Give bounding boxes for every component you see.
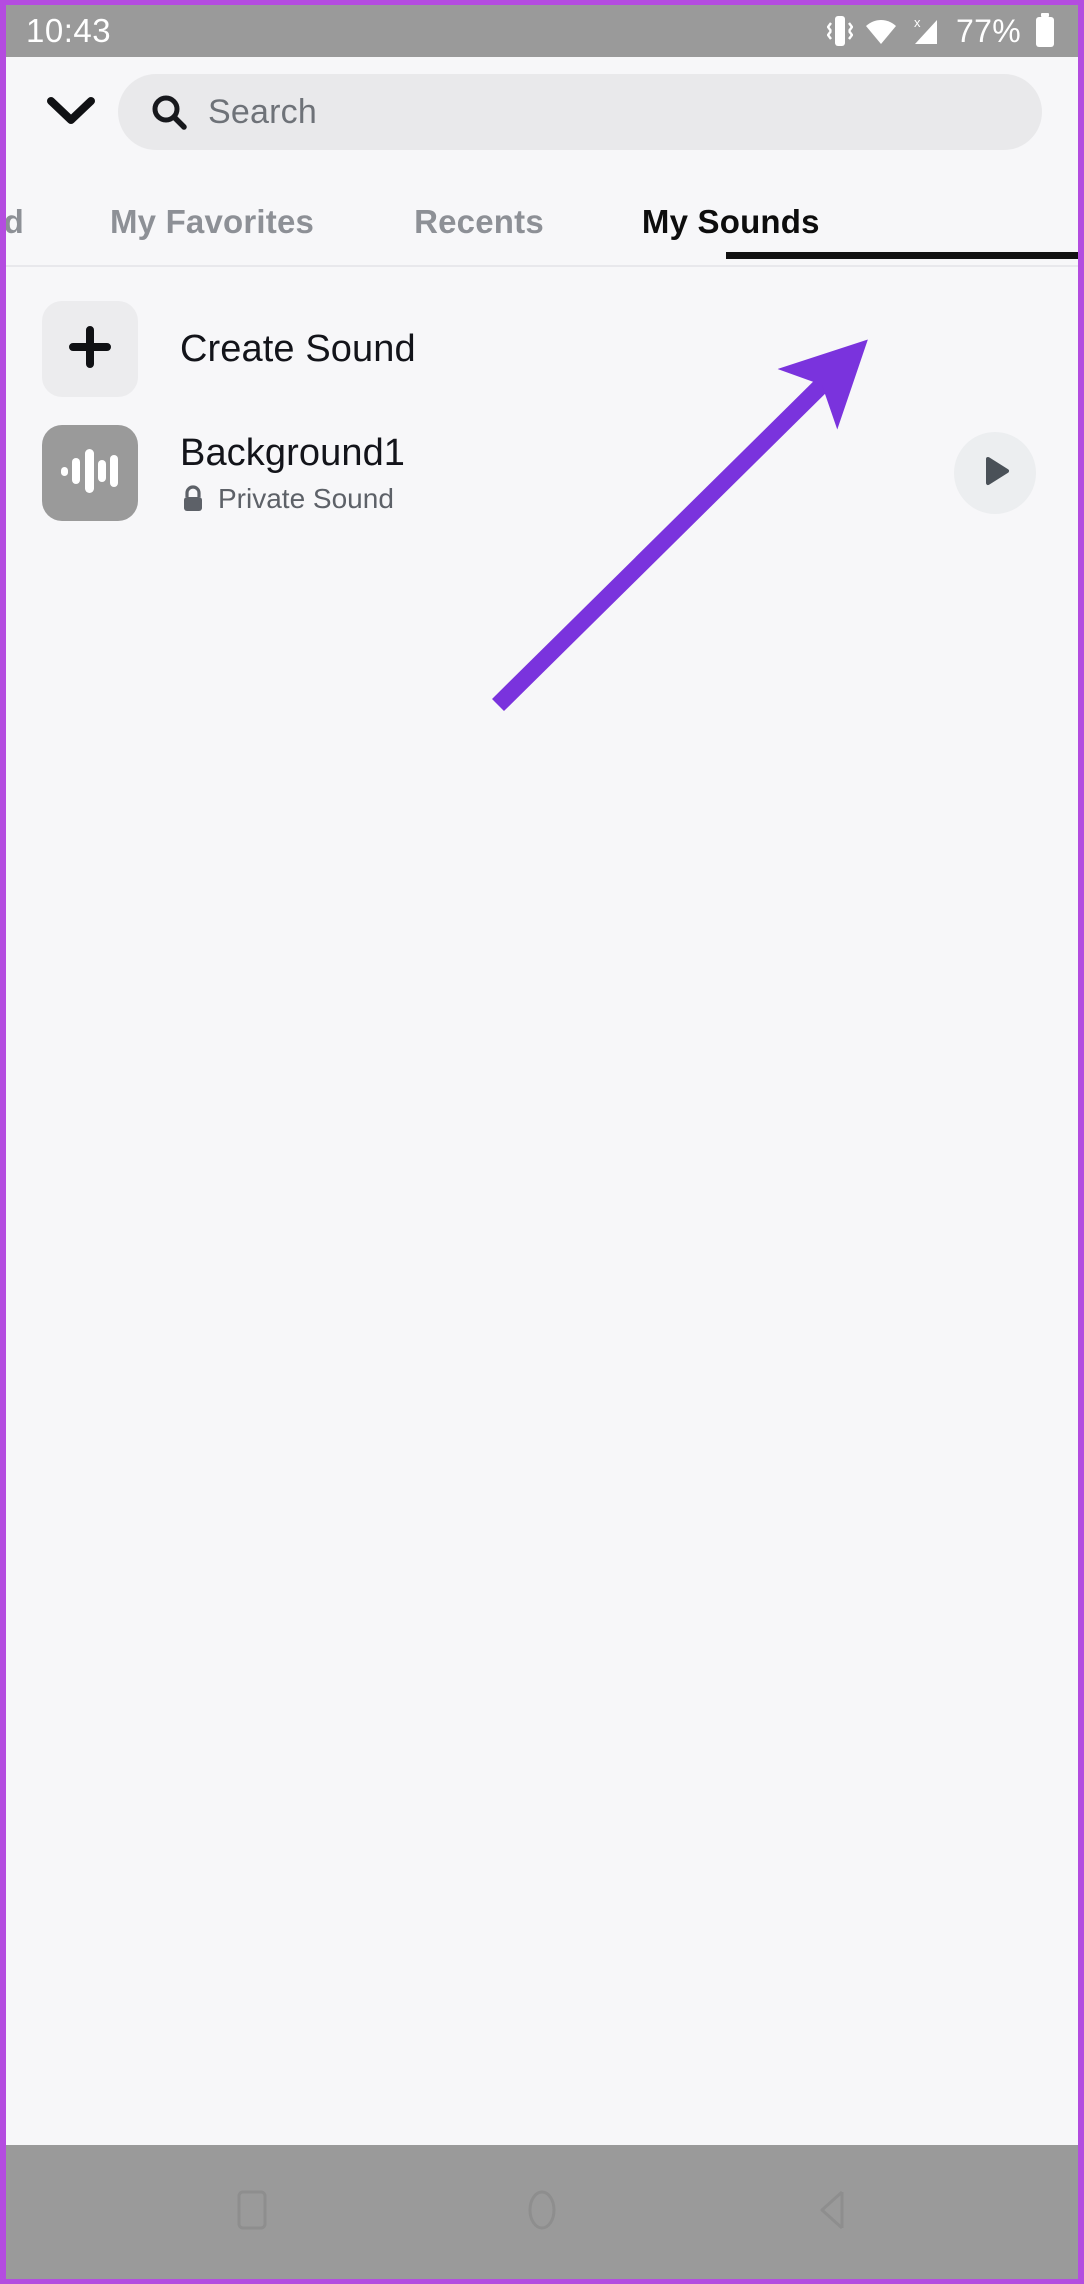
create-sound-text: Create Sound: [180, 328, 416, 371]
home-circle-icon: [521, 2186, 563, 2239]
list-item-create-sound[interactable]: Create Sound: [6, 287, 1078, 411]
sound-subtitle-row: Private Sound: [180, 483, 405, 515]
search-icon: [150, 93, 188, 131]
nav-recents-button[interactable]: [162, 2145, 342, 2279]
active-tab-indicator: [726, 252, 1078, 259]
svg-text:x: x: [914, 15, 921, 30]
sound-text: Background1 Private Sound: [180, 432, 405, 515]
tab-recents[interactable]: Recents: [414, 203, 544, 267]
sound-privacy-label: Private Sound: [218, 482, 394, 514]
list-item-background1[interactable]: Background1 Private Sound: [6, 411, 1078, 535]
search-row: Search: [6, 57, 1078, 167]
search-placeholder-text: Search: [208, 92, 317, 131]
chevron-down-icon: [46, 94, 96, 131]
battery-icon: [1034, 13, 1056, 49]
play-button[interactable]: [954, 432, 1036, 514]
nav-home-button[interactable]: [452, 2145, 632, 2279]
lock-icon: [180, 484, 206, 513]
search-input[interactable]: Search: [118, 74, 1042, 150]
vibrate-icon: [827, 14, 854, 48]
waveform-icon: [59, 445, 121, 502]
app-content: Search red My Favorites Recents My Sound…: [6, 57, 1078, 2145]
wifi-icon: [864, 16, 898, 46]
play-icon: [977, 453, 1013, 494]
android-nav-bar: [6, 2145, 1078, 2279]
tab-my-favorites[interactable]: My Favorites: [110, 203, 314, 267]
status-bar-clock: 10:43: [26, 12, 112, 49]
plus-icon: [66, 323, 114, 376]
chevron-down-button[interactable]: [42, 83, 100, 141]
back-triangle-icon: [812, 2186, 852, 2239]
sound-title: Background1: [180, 431, 406, 474]
sound-thumbnail: [42, 425, 138, 521]
recents-square-icon: [233, 2187, 271, 2238]
status-bar-icons: x 77%: [827, 13, 1056, 50]
sound-list: Create Sound Background1 Private Sound: [6, 267, 1078, 535]
tab-bar: red My Favorites Recents My Sounds: [6, 167, 1078, 267]
tab-featured[interactable]: red: [6, 203, 24, 267]
status-bar: 10:43 x 77%: [6, 5, 1078, 57]
phone-screenshot: 10:43 x 77% Search d My Favorites Recent…: [0, 0, 1084, 2284]
battery-percent-label: 77%: [956, 12, 1021, 49]
create-sound-thumbnail: [42, 301, 138, 397]
nav-back-button[interactable]: [742, 2145, 922, 2279]
cellular-signal-no-service-icon: x: [909, 14, 943, 48]
create-sound-label: Create Sound: [180, 327, 416, 370]
